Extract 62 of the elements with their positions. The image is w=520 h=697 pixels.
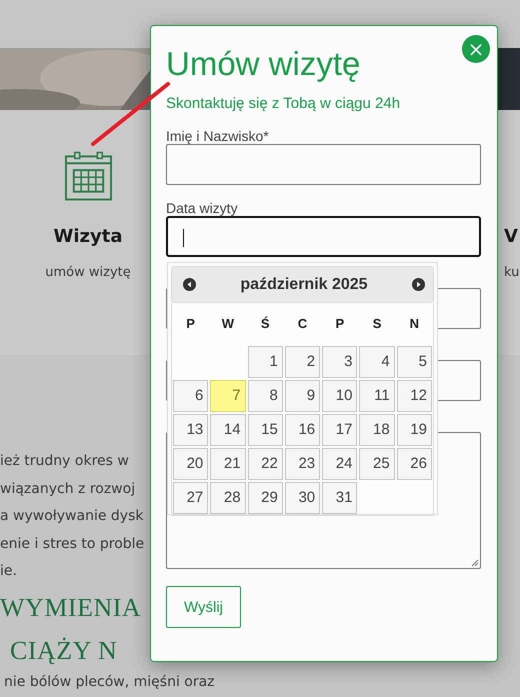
weekday-label: P xyxy=(334,315,346,333)
weekday-label: W xyxy=(220,315,236,333)
day-cell[interactable]: 22 xyxy=(248,448,283,480)
day-cell[interactable]: 17 xyxy=(322,414,358,446)
day-cell[interactable]: 23 xyxy=(284,448,320,480)
resize-grip-icon xyxy=(471,559,479,567)
day-cell[interactable]: 18 xyxy=(359,414,395,446)
day-cell[interactable]: 6 xyxy=(173,380,208,412)
paragraph-line: a wywoływanie dysk xyxy=(0,507,144,526)
day-cell[interactable]: 5 xyxy=(396,346,432,378)
input-field[interactable] xyxy=(166,216,481,257)
day-cell[interactable]: 26 xyxy=(396,448,432,480)
paragraph-line: enie i stres to proble xyxy=(0,534,144,554)
modal-subtitle: Skontaktuję się z Tobą w ciągu 24h xyxy=(166,94,400,114)
input-field[interactable] xyxy=(166,144,481,185)
heading-line: CIĄŻY N xyxy=(9,634,118,666)
day-cell[interactable]: 27 xyxy=(173,482,208,514)
day-cell[interactable]: 12 xyxy=(396,380,432,412)
modal-title: Umów wizytę xyxy=(166,44,360,84)
weekday-label: C xyxy=(296,315,308,333)
day-cell[interactable]: 31 xyxy=(322,482,358,514)
field-label: Imię i Nazwisko* xyxy=(166,128,269,144)
feature-subtitle: ku xyxy=(504,264,520,282)
day-cell[interactable]: 30 xyxy=(284,482,320,514)
weekday-label: N xyxy=(408,315,420,333)
day-cell[interactable]: 1 xyxy=(248,346,283,378)
day-cell[interactable]: 9 xyxy=(284,380,320,412)
day-cell[interactable]: 25 xyxy=(359,448,395,480)
day-cell[interactable]: 4 xyxy=(359,346,395,378)
day-cell[interactable]: 16 xyxy=(284,414,320,446)
paragraph-line: nie bólów pleców, mięśni oraz xyxy=(3,672,216,692)
text-cursor xyxy=(183,229,184,247)
day-cell[interactable]: 24 xyxy=(322,448,358,480)
day-cell[interactable]: 29 xyxy=(248,482,283,514)
weekday-label: Ś xyxy=(260,315,271,333)
month-title: październik 2025 xyxy=(239,276,369,294)
calendar-icon xyxy=(64,151,112,201)
heading-line: WYMIENIA xyxy=(0,592,142,624)
paragraph-line: ież trudny okres w xyxy=(0,452,129,471)
feature-subtitle: umów wizytę xyxy=(45,264,131,282)
day-cell[interactable]: 14 xyxy=(210,414,246,446)
feature-title: Wizyta xyxy=(54,225,122,249)
paragraph-line: wiązanych z rozwoj xyxy=(0,480,136,498)
day-cell[interactable]: 21 xyxy=(210,448,246,480)
day-cell[interactable]: 3 xyxy=(322,346,358,378)
previous-month-icon[interactable] xyxy=(183,278,196,291)
day-cell[interactable]: 15 xyxy=(248,414,283,446)
day-cell[interactable]: 13 xyxy=(173,414,208,446)
day-cell[interactable]: 11 xyxy=(359,380,395,412)
day-cell[interactable]: 8 xyxy=(248,380,283,412)
field-label: Data wizyty xyxy=(166,200,238,216)
paragraph-line: ie. xyxy=(0,562,17,581)
day-cell[interactable]: 10 xyxy=(322,380,358,412)
next-month-icon[interactable] xyxy=(412,278,425,291)
day-cell[interactable]: 2 xyxy=(284,346,320,378)
weekday-label: S xyxy=(372,315,382,333)
feature-title: V xyxy=(504,225,519,249)
day-cell[interactable]: 19 xyxy=(396,414,432,446)
day-cell[interactable]: 7 xyxy=(210,380,246,412)
day-cell[interactable]: 28 xyxy=(210,482,246,514)
weekday-label: P xyxy=(185,315,196,333)
day-cell[interactable]: 20 xyxy=(173,448,208,480)
